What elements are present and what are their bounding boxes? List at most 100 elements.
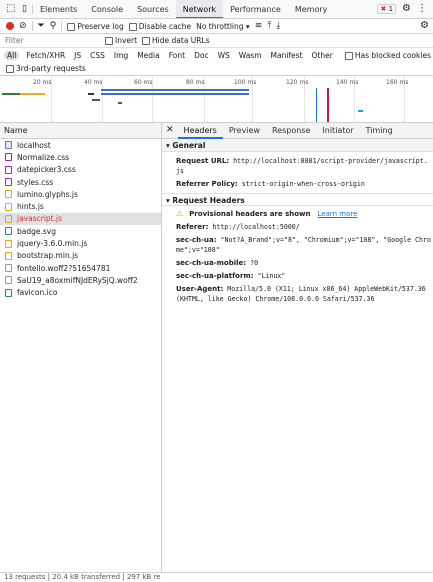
import-har-icon[interactable]: ⤒ bbox=[267, 21, 271, 31]
tab-performance[interactable]: Performance bbox=[223, 0, 288, 18]
type-filter-img[interactable]: Img bbox=[112, 51, 130, 60]
tab-memory[interactable]: Memory bbox=[288, 0, 335, 18]
type-filter-js[interactable]: JS bbox=[72, 51, 83, 60]
request-row[interactable]: datepicker3.css bbox=[0, 164, 161, 176]
request-row[interactable]: styles.css bbox=[0, 176, 161, 188]
request-row[interactable]: localhost bbox=[0, 139, 161, 151]
request-row[interactable]: javascript.js bbox=[0, 212, 161, 226]
request-header-row: sec-ch-ua: "Not?A_Brand";v="8", "Chromium… bbox=[176, 236, 431, 254]
hide-data-urls-checkbox[interactable]: Hide data URLs bbox=[142, 36, 210, 45]
type-filter-ws[interactable]: WS bbox=[216, 51, 232, 60]
request-details: ✕ Headers Preview Response Initiator Tim… bbox=[162, 123, 433, 582]
timeline-tick-label: 20 ms bbox=[33, 79, 52, 86]
network-settings-icon[interactable]: ⚙ bbox=[420, 21, 429, 31]
provisional-warning: ⚠ Provisional headers are shown Learn more bbox=[176, 209, 358, 218]
general-section-header[interactable]: ▾ General bbox=[162, 139, 433, 152]
request-name: localhost bbox=[17, 140, 51, 150]
network-conditions-icon[interactable]: ≋ bbox=[255, 21, 263, 31]
request-row[interactable]: SaU19_a8oxmifNJdERySjQ.woff2 bbox=[0, 274, 161, 286]
referrer-policy-row: Referrer Policy: strict-origin-when-cross… bbox=[176, 180, 365, 188]
request-name: SaU19_a8oxmifNJdERySjQ.woff2 bbox=[17, 275, 138, 285]
request-header-rows: Referer: http://localhost:5000/sec-ch-ua:… bbox=[162, 221, 433, 306]
preserve-log-checkbox[interactable]: Preserve log bbox=[67, 22, 124, 31]
load-event-marker bbox=[327, 88, 329, 122]
errors-badge[interactable]: ✖ 1 bbox=[377, 4, 397, 14]
request-row[interactable]: fontello.woff2?51654781 bbox=[0, 262, 161, 274]
type-filter-other[interactable]: Other bbox=[310, 51, 335, 60]
timeline-tick-label: 60 ms bbox=[134, 79, 153, 86]
tab-response[interactable]: Response bbox=[266, 123, 316, 139]
close-icon[interactable]: ✕ bbox=[166, 126, 174, 135]
type-filter-fetch-xhr[interactable]: Fetch/XHR bbox=[24, 51, 67, 60]
third-party-row: 3rd-party requests bbox=[0, 62, 433, 76]
request-header-row: sec-ch-ua-mobile: ?0 bbox=[176, 259, 259, 267]
learn-more-link[interactable]: Learn more bbox=[317, 210, 357, 218]
request-name: fontello.woff2?51654781 bbox=[17, 263, 111, 273]
type-filter-all[interactable]: All bbox=[4, 50, 20, 60]
css-file-icon bbox=[5, 165, 12, 174]
font-file-icon bbox=[5, 264, 12, 273]
tab-elements[interactable]: Elements bbox=[33, 0, 84, 18]
tab-sources[interactable]: Sources bbox=[130, 0, 176, 18]
css-file-icon bbox=[5, 178, 12, 187]
request-name: javascript.js bbox=[17, 214, 62, 224]
tab-preview[interactable]: Preview bbox=[223, 123, 266, 139]
settings-gear-icon[interactable]: ⚙ bbox=[402, 4, 411, 14]
tab-timing[interactable]: Timing bbox=[360, 123, 399, 139]
waterfall-bar bbox=[92, 99, 100, 101]
type-filter-font[interactable]: Font bbox=[167, 51, 187, 60]
request-row[interactable]: lumino.glyphs.js bbox=[0, 188, 161, 200]
doc-file-icon bbox=[5, 141, 12, 150]
tab-headers[interactable]: Headers bbox=[177, 123, 223, 139]
type-filter-doc[interactable]: Doc bbox=[192, 51, 211, 60]
request-list: Name localhost Normalize.css datepicker3.c… bbox=[0, 123, 162, 582]
js-file-icon bbox=[5, 251, 12, 260]
request-row[interactable]: hints.js bbox=[0, 200, 161, 212]
tab-console[interactable]: Console bbox=[84, 0, 130, 18]
triangle-down-icon: ▾ bbox=[166, 141, 170, 150]
waterfall-bar bbox=[101, 89, 249, 91]
tab-initiator[interactable]: Initiator bbox=[316, 123, 359, 139]
type-filter-wasm[interactable]: Wasm bbox=[237, 51, 264, 60]
throttling-select[interactable]: No throttling ▾ bbox=[196, 22, 250, 31]
search-icon[interactable]: ⚲ bbox=[50, 21, 57, 31]
device-toolbar-icon[interactable]: ▯ bbox=[19, 4, 33, 14]
request-name: hints.js bbox=[17, 202, 44, 212]
request-header-row: Referer: http://localhost:5000/ bbox=[176, 223, 300, 231]
filter-input[interactable]: Filter bbox=[5, 36, 100, 45]
request-row[interactable]: Normalize.css bbox=[0, 151, 161, 163]
export-har-icon[interactable]: ⤓ bbox=[276, 21, 280, 31]
type-filter-css[interactable]: CSS bbox=[88, 51, 107, 60]
timeline-tick-label: 100 ms bbox=[234, 79, 257, 86]
type-filter-media[interactable]: Media bbox=[135, 51, 162, 60]
record-icon[interactable] bbox=[6, 22, 14, 30]
request-row[interactable]: bootstrap.min.js bbox=[0, 250, 161, 262]
js-file-icon bbox=[5, 190, 12, 199]
request-row[interactable]: favicon.ico bbox=[0, 287, 161, 299]
error-icon: ✖ bbox=[380, 5, 387, 13]
request-row[interactable]: jquery-3.6.0.min.js bbox=[0, 237, 161, 249]
detail-tabs: ✕ Headers Preview Response Initiator Tim… bbox=[162, 123, 433, 139]
request-headers-section-header[interactable]: ▾ Request Headers bbox=[162, 193, 433, 206]
clear-icon[interactable]: ⊘ bbox=[19, 21, 27, 31]
request-header-row: User-Agent: Mozilla/5.0 (X11; Linux x86_6… bbox=[176, 285, 426, 303]
third-party-checkbox[interactable]: 3rd-party requests bbox=[6, 64, 86, 73]
disable-cache-checkbox[interactable]: Disable cache bbox=[128, 22, 191, 31]
more-options-icon[interactable]: ⋮ bbox=[417, 4, 427, 14]
overview-timeline[interactable]: 20 ms 40 ms 60 ms 80 ms 100 ms 120 ms 140 ms 16… bbox=[0, 76, 433, 123]
js-file-icon bbox=[5, 202, 12, 211]
invert-checkbox[interactable]: Invert bbox=[105, 36, 137, 45]
type-filter-manifest[interactable]: Manifest bbox=[269, 51, 305, 60]
waterfall-bar bbox=[2, 93, 22, 95]
has-blocked-cookies-checkbox[interactable]: Has blocked cookies bbox=[344, 51, 431, 60]
timeline-tick-label: 140 ms bbox=[336, 79, 359, 86]
resource-type-filters: All Fetch/XHR JS CSS Img Media Font Doc WS Wasm Ma… bbox=[0, 48, 433, 62]
waterfall-bar bbox=[88, 93, 94, 95]
request-name: Normalize.css bbox=[17, 152, 70, 162]
tab-network[interactable]: Network bbox=[175, 0, 224, 18]
request-row[interactable]: badge.svg bbox=[0, 225, 161, 237]
name-column-header[interactable]: Name bbox=[0, 123, 161, 139]
request-url-row: Request URL: http://localhost:8081/script… bbox=[176, 157, 428, 175]
filter-icon[interactable]: ⏷ bbox=[38, 21, 45, 31]
inspect-element-icon[interactable]: ⬚ bbox=[3, 4, 19, 14]
